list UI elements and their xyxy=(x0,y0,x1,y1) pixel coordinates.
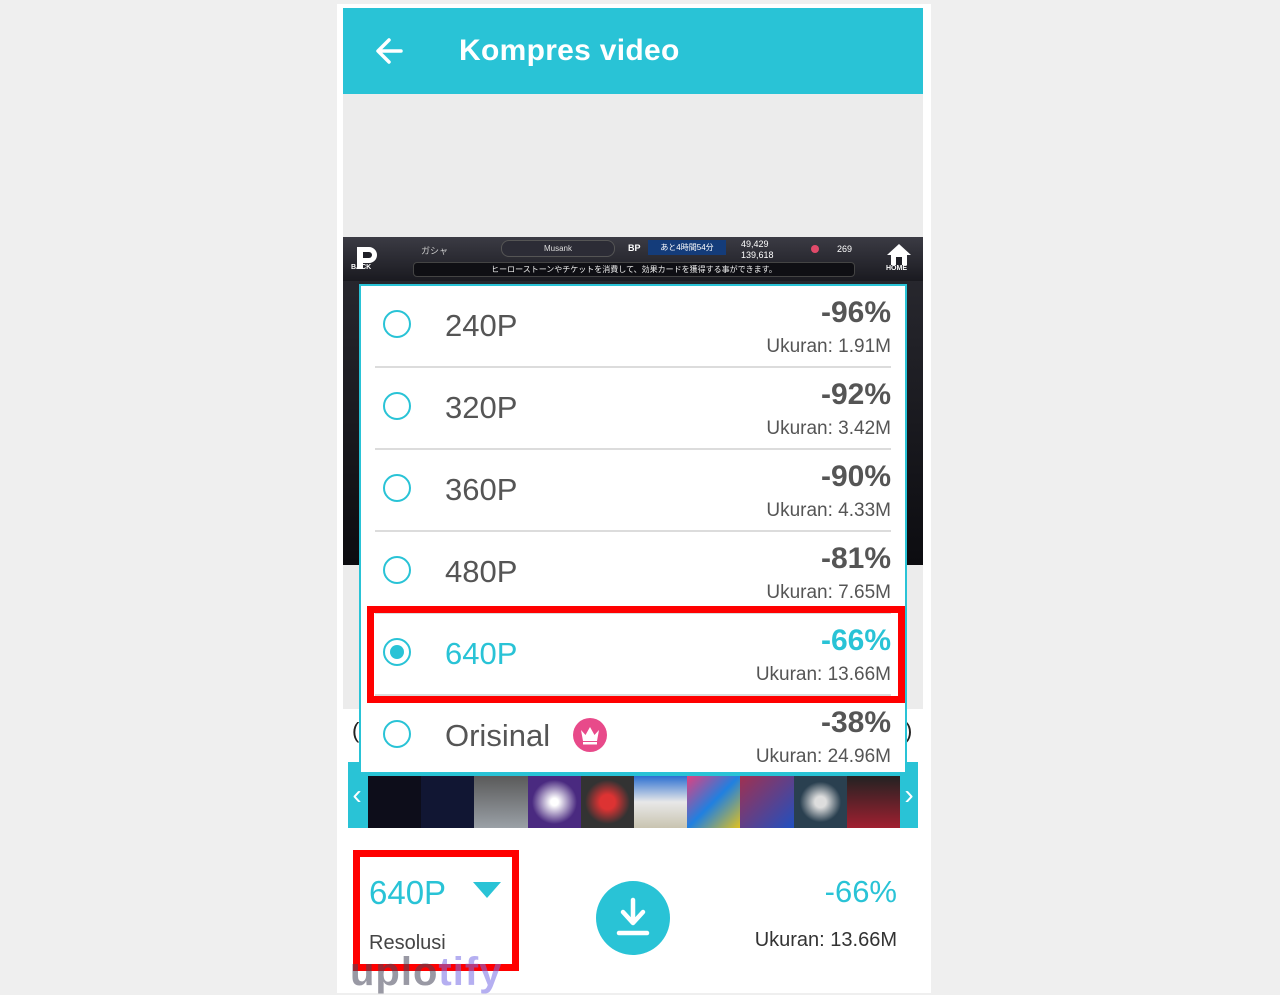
thumbnail[interactable] xyxy=(368,776,422,828)
game-tab-label: ガシャ xyxy=(421,246,449,256)
estimated-size: Ukuran: 1.91M xyxy=(766,336,891,357)
compression-percent: -96% xyxy=(820,296,891,329)
game-gem-count: 269 xyxy=(837,244,853,254)
compression-percent: -92% xyxy=(820,378,891,411)
game-gem-icon xyxy=(811,245,819,253)
download-icon xyxy=(616,897,650,936)
page-title: Kompres video xyxy=(459,34,680,67)
game-back-label: BACK xyxy=(351,264,372,271)
game-currency-2: 139,618 xyxy=(741,250,774,260)
estimated-size: Ukuran: 7.65M xyxy=(766,582,891,603)
estimated-size: Ukuran: 4.33M xyxy=(766,500,891,521)
compression-percent: -38% xyxy=(820,706,891,739)
thumbnail[interactable] xyxy=(687,776,741,828)
resolution-popup: 240P -96% Ukuran: 1.91M 320P -92% Ukuran: 3.4… xyxy=(359,284,907,774)
resolution-option[interactable]: 640P -66% Ukuran: 13.66M xyxy=(361,614,905,696)
game-back-icon xyxy=(357,247,377,269)
radio-unselected[interactable] xyxy=(383,310,411,338)
thumbnail[interactable] xyxy=(474,776,528,828)
resolution-label: 640P xyxy=(445,636,518,671)
app-bar: Kompres video xyxy=(343,8,923,94)
radio-dot xyxy=(390,645,404,659)
thumbnail[interactable] xyxy=(846,776,901,828)
estimated-size: Ukuran: 3.42M xyxy=(766,418,891,439)
filmstrip-right-arrow[interactable]: › xyxy=(900,772,918,818)
resolution-option[interactable]: 320P -92% Ukuran: 3.42M xyxy=(361,368,905,450)
bottom-percent: -66% xyxy=(824,874,897,909)
resolution-label: 480P xyxy=(445,554,518,589)
resolution-option[interactable]: 360P -90% Ukuran: 4.33M xyxy=(361,450,905,532)
filmstrip-thumbnails xyxy=(368,776,901,828)
game-currency-1: 49,429 xyxy=(741,239,769,249)
resolution-option[interactable]: 480P -81% Ukuran: 7.65M xyxy=(361,532,905,614)
thumbnail[interactable] xyxy=(793,776,847,828)
compression-percent: -90% xyxy=(820,460,891,493)
radio-unselected[interactable] xyxy=(383,556,411,584)
game-info-text: ヒーローストーンやチケットを消費して、効果カードを獲得する事ができます。 xyxy=(413,262,855,277)
resolution-label: 240P xyxy=(445,308,518,343)
resolution-dropdown[interactable]: 640P xyxy=(369,874,446,912)
game-home-icon xyxy=(887,244,911,265)
resolution-option[interactable]: Orisinal -38% Ukuran: 24.96M xyxy=(361,696,905,778)
radio-selected[interactable] xyxy=(383,638,411,666)
watermark-logo: uplotify xyxy=(350,950,503,994)
game-player-name: Musank xyxy=(501,240,615,257)
game-timer: あと4時間54分 xyxy=(648,240,726,255)
thumbnail[interactable] xyxy=(634,776,688,828)
thumbnail[interactable] xyxy=(740,776,794,828)
thumbnail[interactable] xyxy=(527,776,581,828)
compression-percent: -66% xyxy=(820,624,891,657)
game-bp-label: BP xyxy=(628,243,641,253)
resolution-option[interactable]: 240P -96% Ukuran: 1.91M xyxy=(361,286,905,368)
thumbnail[interactable] xyxy=(421,776,475,828)
caret-down-icon[interactable] xyxy=(471,880,503,902)
thumbnail[interactable] xyxy=(580,776,635,828)
radio-unselected[interactable] xyxy=(383,392,411,420)
game-home-label: HOME xyxy=(886,265,907,272)
arrow-left-icon[interactable] xyxy=(371,32,407,70)
resolution-label: Orisinal xyxy=(445,718,551,753)
download-button[interactable] xyxy=(596,881,670,955)
radio-unselected[interactable] xyxy=(383,720,411,748)
crown-icon xyxy=(573,718,607,752)
game-header: BACK ガシャ Musank BP あと4時間54分 49,429 139,6… xyxy=(343,237,923,281)
compression-percent: -81% xyxy=(820,542,891,575)
estimated-size: Ukuran: 24.96M xyxy=(755,746,891,767)
bottom-size: Ukuran: 13.66M xyxy=(754,929,897,951)
radio-unselected[interactable] xyxy=(383,474,411,502)
estimated-size: Ukuran: 13.66M xyxy=(755,664,891,685)
resolution-label: 360P xyxy=(445,472,518,507)
filmstrip-left-arrow[interactable]: ‹ xyxy=(348,772,366,818)
resolution-label: 320P xyxy=(445,390,518,425)
